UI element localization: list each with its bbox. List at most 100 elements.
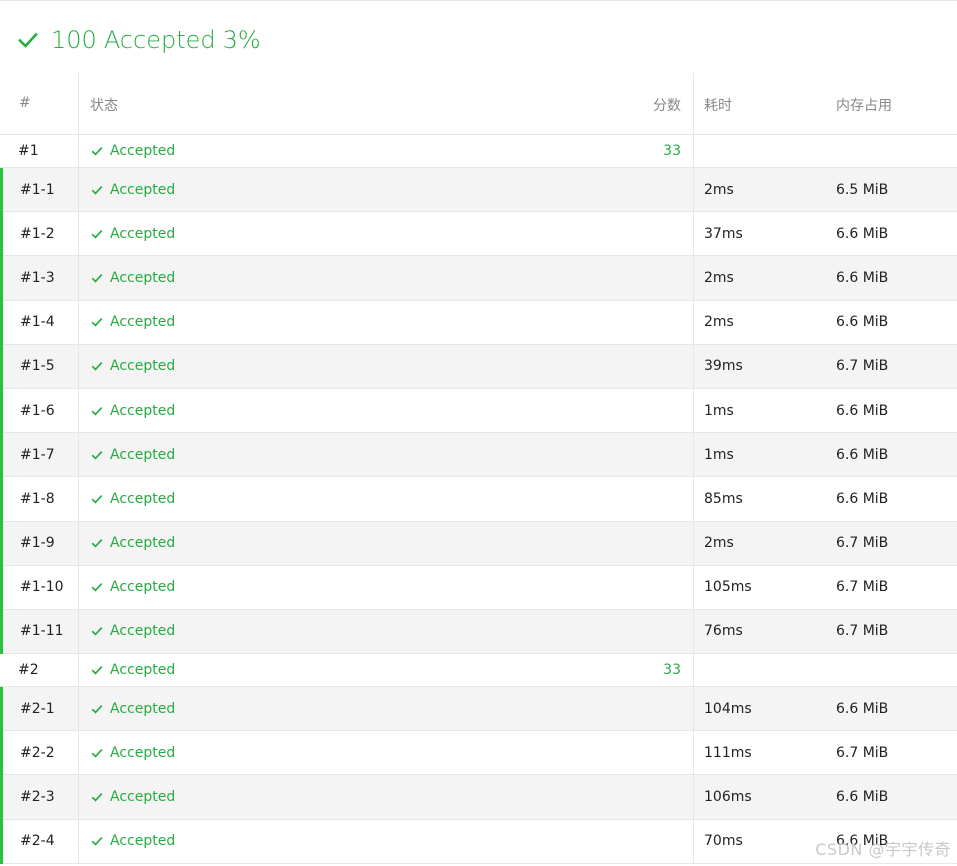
testcase-status[interactable]: Accepted <box>91 775 175 818</box>
status-label: Accepted <box>110 225 176 242</box>
watermark: CSDN @宇宇传奇 <box>815 840 951 859</box>
status-label: Accepted <box>110 358 176 375</box>
table-row[interactable]: #1-7 Accepted 1ms 6.6 MiB <box>0 433 957 478</box>
status-label: Accepted <box>110 314 176 331</box>
testcase-status[interactable]: Accepted <box>91 610 175 653</box>
status-label: Accepted <box>110 700 176 717</box>
testcase-score: 33 <box>663 662 681 679</box>
testcase-time: 76ms <box>704 623 743 640</box>
testcase-status[interactable]: Accepted <box>91 820 175 863</box>
testcase-id: #1-11 <box>20 623 64 640</box>
testcase-memory: 6.7 MiB <box>836 535 889 552</box>
testcase-time: 104ms <box>704 700 752 717</box>
check-icon <box>91 837 103 846</box>
testcase-id: #1-7 <box>20 446 55 463</box>
testcase-id: #1-2 <box>20 225 55 242</box>
verdict-status: Accepted <box>103 26 216 54</box>
status-label: Accepted <box>110 143 176 159</box>
table-row[interactable]: #1-9 Accepted 2ms 6.7 MiB <box>0 521 957 566</box>
table-row[interactable]: #2-2 Accepted 111ms 6.7 MiB <box>0 731 957 776</box>
table-body: #1 Accepted 33 #1-1 Accepted 2ms 6.5 MiB #1-2 Ac… <box>0 135 957 865</box>
check-icon <box>91 583 103 592</box>
testcase-score: 33 <box>663 143 681 159</box>
check-icon <box>91 406 103 416</box>
verdict-summary: 100 Accepted 3% <box>18 23 261 57</box>
submission-result-page: 100 Accepted 3% # 状态 分数 耗时 内存占用 #1 Accept… <box>0 0 957 866</box>
status-label: Accepted <box>110 535 176 552</box>
table-row[interactable]: #1-3 Accepted 2ms 6.6 MiB <box>0 256 957 301</box>
table-row[interactable]: #1-10 Accepted 105ms 6.7 MiB <box>0 565 957 611</box>
testcase-memory: 6.6 MiB <box>836 225 889 242</box>
testcase-id: #2-4 <box>20 833 55 850</box>
testcase-id: #1-1 <box>20 181 55 198</box>
check-icon <box>91 273 103 283</box>
testcase-table: # 状态 分数 耗时 内存占用 #1 Accepted 33 #1-1 Accepted… <box>0 73 957 865</box>
testcase-memory: 6.7 MiB <box>836 358 889 375</box>
testcase-status[interactable]: Accepted <box>91 731 175 774</box>
testcase-status[interactable]: Accepted <box>91 168 175 211</box>
check-icon <box>91 318 103 327</box>
table-row[interactable]: #1-8 Accepted 85ms 6.6 MiB <box>0 477 957 522</box>
header-memory: 内存占用 <box>836 98 892 114</box>
testcase-time: 70ms <box>704 833 743 850</box>
check-icon <box>91 450 103 460</box>
testcase-id: #1-9 <box>20 535 55 552</box>
testcase-time: 85ms <box>704 490 743 507</box>
table-row[interactable]: #2-3 Accepted 106ms 6.6 MiB <box>0 775 957 820</box>
testcase-memory: 6.7 MiB <box>836 744 889 761</box>
status-label: Accepted <box>110 490 176 507</box>
testcase-status[interactable]: Accepted <box>91 301 175 344</box>
testcase-memory: 6.5 MiB <box>836 181 889 198</box>
testcase-status[interactable]: Accepted <box>91 654 175 686</box>
check-icon <box>91 147 103 156</box>
testcase-status[interactable]: Accepted <box>91 212 175 255</box>
table-row[interactable]: #1-2 Accepted 37ms 6.6 MiB <box>0 212 957 257</box>
testcase-status[interactable]: Accepted <box>91 256 175 299</box>
header-status: 状态 <box>90 98 118 114</box>
testcase-time: 1ms <box>704 402 734 419</box>
table-header: # 状态 分数 耗时 内存占用 <box>0 73 957 135</box>
table-row[interactable]: #1-11 Accepted 76ms 6.7 MiB <box>0 609 957 655</box>
testcase-status[interactable]: Accepted <box>91 477 175 520</box>
check-icon <box>91 704 103 714</box>
testcase-status[interactable]: Accepted <box>91 135 175 167</box>
testcase-status[interactable]: Accepted <box>91 389 175 432</box>
testcase-id: #1-8 <box>20 490 55 507</box>
testcase-status[interactable]: Accepted <box>91 433 175 476</box>
column-divider-id <box>78 73 79 864</box>
header-score: 分数 <box>653 98 681 114</box>
testcase-status[interactable]: Accepted <box>91 687 175 730</box>
table-row[interactable]: #1-6 Accepted 1ms 6.6 MiB <box>0 388 957 434</box>
testcase-memory: 6.6 MiB <box>836 446 889 463</box>
testcase-id: #1-4 <box>20 314 55 331</box>
status-label: Accepted <box>110 402 176 419</box>
testcase-status[interactable]: Accepted <box>91 566 175 609</box>
check-icon <box>91 494 103 504</box>
testcase-id: #2-2 <box>20 744 55 761</box>
testcase-memory: 6.6 MiB <box>836 402 889 419</box>
status-label: Accepted <box>110 833 176 850</box>
testcase-id: #1-10 <box>20 579 64 596</box>
table-row[interactable]: #2-1 Accepted 104ms 6.6 MiB <box>0 687 957 732</box>
table-row[interactable]: #1-4 Accepted 2ms 6.6 MiB <box>0 300 957 345</box>
check-icon <box>91 748 103 758</box>
testcase-time: 1ms <box>704 446 734 463</box>
testcase-status[interactable]: Accepted <box>91 345 175 388</box>
testcase-id: #1-6 <box>20 402 55 419</box>
testcase-status[interactable]: Accepted <box>91 522 175 565</box>
testcase-time: 37ms <box>704 225 743 242</box>
check-icon <box>91 539 103 548</box>
check-icon <box>91 793 103 802</box>
header-time: 耗时 <box>704 98 732 114</box>
group-row[interactable]: #1 Accepted 33 <box>0 135 957 168</box>
table-row[interactable]: #1-1 Accepted 2ms 6.5 MiB <box>0 168 957 213</box>
testcase-memory: 6.6 MiB <box>836 789 889 806</box>
testcase-time: 39ms <box>704 358 743 375</box>
testcase-memory: 6.6 MiB <box>836 700 889 717</box>
check-icon <box>91 185 103 195</box>
group-row[interactable]: #2 Accepted 33 <box>0 654 957 688</box>
table-row[interactable]: #1-5 Accepted 39ms 6.7 MiB <box>0 344 957 390</box>
table-row[interactable]: #2-4 Accepted 70ms 6.6 MiB <box>0 819 957 865</box>
status-label: Accepted <box>110 446 176 463</box>
status-label: Accepted <box>110 579 176 596</box>
